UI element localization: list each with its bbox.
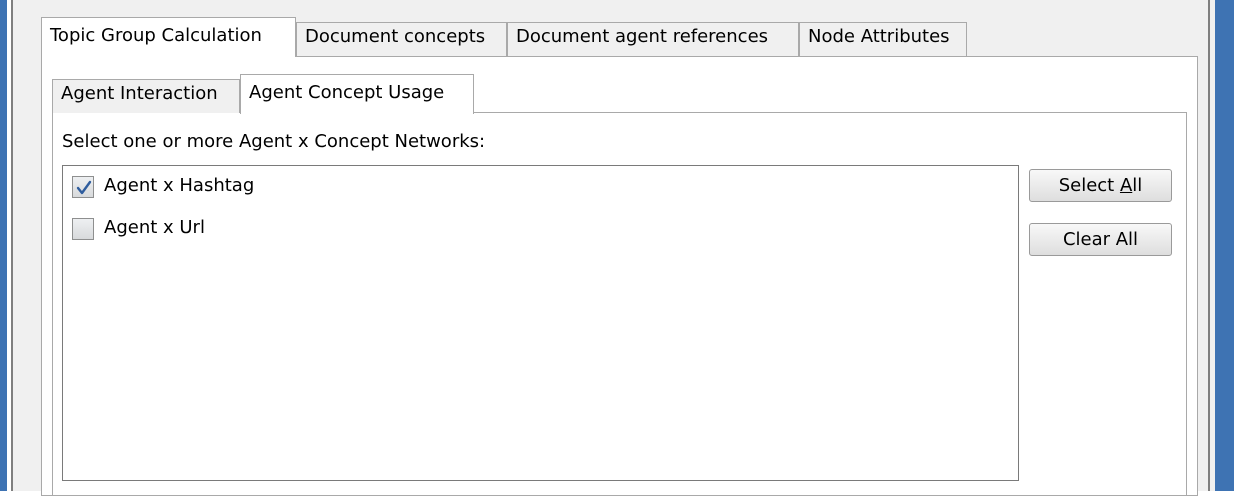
tab-agent-interaction[interactable]: Agent Interaction xyxy=(52,79,240,113)
select-all-button[interactable]: Select All xyxy=(1029,169,1172,202)
tab-label: Document concepts xyxy=(305,26,486,47)
checkbox-agent-x-hashtag[interactable] xyxy=(72,176,94,198)
list-item-label: Agent x Url xyxy=(104,217,205,238)
checkbox-agent-x-url[interactable] xyxy=(72,218,94,240)
tab-label: Agent Concept Usage xyxy=(249,82,445,103)
tab-topic-group-calculation[interactable]: Topic Group Calculation xyxy=(41,17,296,57)
tab-label: Topic Group Calculation xyxy=(50,25,262,46)
tab-document-concepts[interactable]: Document concepts xyxy=(296,22,507,56)
window-right-border xyxy=(1215,0,1234,491)
tab-label: Node Attributes xyxy=(808,26,950,47)
tab-label: Agent Interaction xyxy=(61,83,218,104)
select-all-mnemonic: A xyxy=(1119,175,1133,196)
tab-label: Document agent references xyxy=(516,26,769,47)
checkmark-icon xyxy=(76,180,92,195)
tab-node-attributes[interactable]: Node Attributes xyxy=(799,22,967,56)
list-item-label: Agent x Hashtag xyxy=(104,175,255,196)
tab-document-agent-references[interactable]: Document agent references xyxy=(507,22,799,56)
networks-prompt-label: Select one or more Agent x Concept Netwo… xyxy=(62,131,486,152)
clear-all-button[interactable]: Clear All xyxy=(1029,223,1172,256)
clear-all-label: Clear All xyxy=(1062,229,1139,250)
select-all-text-end: ll xyxy=(1132,175,1143,196)
window-left-border xyxy=(0,0,7,491)
networks-list[interactable]: Agent x Hashtag Agent x Url xyxy=(62,165,1019,481)
select-all-text: Select xyxy=(1058,175,1120,196)
tab-agent-concept-usage[interactable]: Agent Concept Usage xyxy=(240,74,474,114)
